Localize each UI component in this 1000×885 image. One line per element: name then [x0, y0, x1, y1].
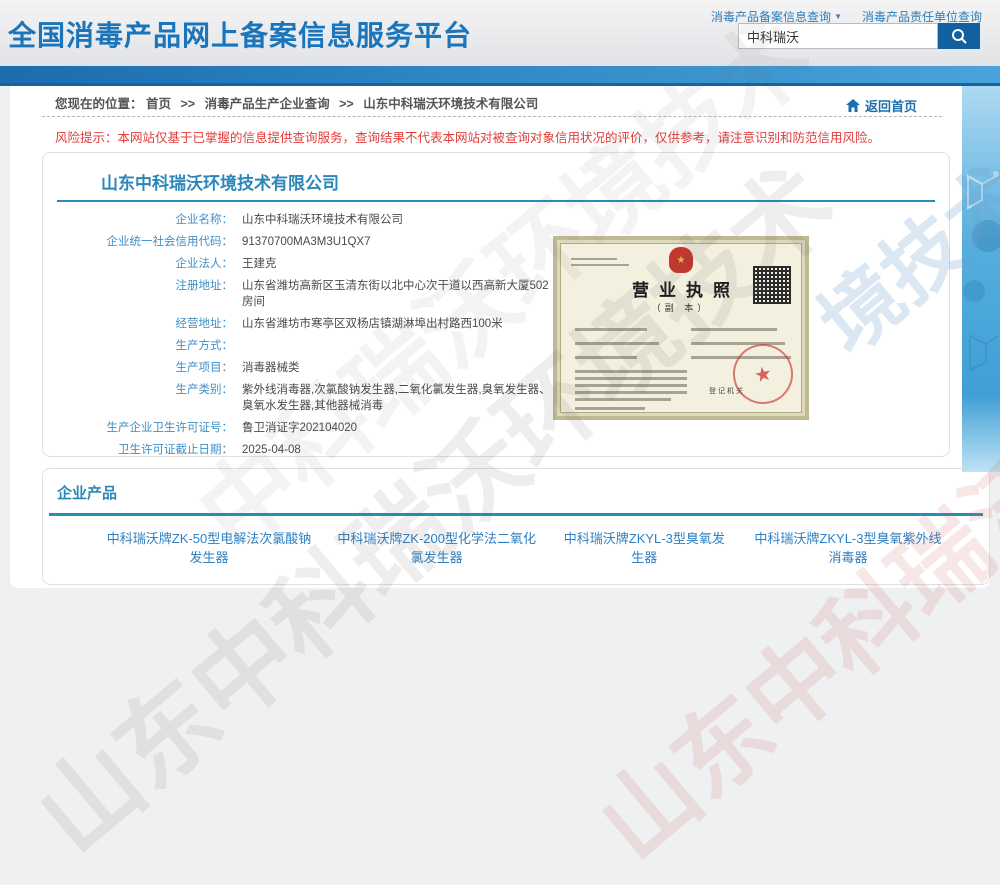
title-divider [57, 200, 935, 202]
search-bar [738, 23, 980, 49]
risk-notice-text: 本网站仅基于已掌握的信息提供查询服务，查询结果不代表本网站对被查询对象信用状况的… [118, 131, 881, 145]
breadcrumb-home[interactable]: 首页 [146, 97, 171, 111]
license-text-line [575, 356, 637, 359]
breadcrumb-separator: >> [181, 97, 196, 111]
product-link[interactable]: 中科瑞沃牌ZKYL-3型臭氧紫外线消毒器 [752, 529, 944, 567]
license-text-line [575, 342, 659, 345]
breadcrumb-prefix: 您现在的位置： [55, 97, 143, 111]
search-button[interactable] [938, 23, 980, 49]
field-label: 企业名称： [43, 212, 233, 228]
license-text-line [575, 384, 687, 387]
company-field-row: 生产方式： [43, 335, 583, 357]
breadcrumb-separator: >> [339, 97, 354, 111]
license-text-line [575, 407, 645, 410]
product-list: 中科瑞沃牌ZK-50型电解法次氯酸钠发生器 中科瑞沃牌ZK-200型化学法二氧化… [103, 529, 944, 567]
field-value: 鲁卫消证字202104020 [242, 420, 552, 436]
field-label: 企业统一社会信用代码： [43, 234, 233, 250]
page-header: 全国消毒产品网上备案信息服务平台 消毒产品备案信息查询 ▼ 消毒产品责任单位查询 [0, 0, 1000, 66]
header-accent-bar [0, 66, 1000, 86]
business-license-image: ★ 营业执照 （副 本） 登记机关 ★ [553, 236, 809, 420]
license-text-line [575, 398, 671, 401]
field-value: 91370700MA3M3U1QX7 [242, 234, 552, 250]
products-divider [49, 513, 983, 516]
search-icon [950, 27, 968, 45]
company-field-row: 企业名称： 山东中科瑞沃环境技术有限公司 [43, 209, 583, 231]
license-text-line [575, 370, 687, 373]
field-label: 经营地址： [43, 316, 233, 332]
back-home-link[interactable]: 返回首页 [845, 96, 917, 115]
molecule-graphic [962, 86, 1000, 472]
product-link[interactable]: 中科瑞沃牌ZK-50型电解法次氯酸钠发生器 [103, 529, 315, 567]
field-value: 2025-04-08 [242, 442, 552, 458]
molecule-decoration [962, 86, 1000, 472]
field-label: 生产类别： [43, 382, 233, 414]
field-label: 企业法人： [43, 256, 233, 272]
product-link[interactable]: 中科瑞沃牌ZKYL-3型臭氧发生器 [558, 529, 730, 567]
company-info-panel: 山东中科瑞沃环境技术有限公司 企业名称： 山东中科瑞沃环境技术有限公司 企业统一… [42, 152, 950, 457]
field-value: 紫外线消毒器,次氯酸钠发生器,二氧化氯发生器,臭氧发生器、臭氧水发生器,其他器械… [242, 382, 552, 414]
field-label: 生产方式： [43, 338, 233, 354]
products-title: 企业产品 [57, 482, 117, 503]
license-text-line [571, 264, 629, 266]
company-field-row: 生产企业卫生许可证号： 鲁卫消证字202104020 [43, 417, 583, 439]
breadcrumb-divider [42, 116, 942, 117]
company-fields: 企业名称： 山东中科瑞沃环境技术有限公司 企业统一社会信用代码： 9137070… [43, 209, 583, 461]
license-inner-frame: ★ 营业执照 （副 本） 登记机关 ★ [560, 243, 802, 413]
field-label: 生产企业卫生许可证号： [43, 420, 233, 436]
breadcrumb: 您现在的位置： 首页 >> 消毒产品生产企业查询 >> 山东中科瑞沃环境技术有限… [55, 93, 538, 112]
site-title: 全国消毒产品网上备案信息服务平台 [8, 14, 472, 54]
company-field-row: 注册地址： 山东省潍坊高新区玉清东街以北中心次干道以西高新大厦502房间 [43, 275, 583, 313]
back-home-label: 返回首页 [865, 96, 917, 115]
company-field-row: 经营地址： 山东省潍坊市寒亭区双杨店镇湖淋埠出村路西100米 [43, 313, 583, 335]
license-text-line [575, 328, 647, 331]
field-label: 注册地址： [43, 278, 233, 310]
company-field-row: 企业统一社会信用代码： 91370700MA3M3U1QX7 [43, 231, 583, 253]
products-panel: 企业产品 中科瑞沃牌ZK-50型电解法次氯酸钠发生器 中科瑞沃牌ZK-200型化… [42, 468, 990, 585]
company-field-row: 生产类别： 紫外线消毒器,次氯酸钠发生器,二氧化氯发生器,臭氧发生器、臭氧水发生… [43, 379, 583, 417]
license-text-line [575, 377, 687, 380]
field-value [242, 338, 552, 354]
national-emblem-icon: ★ [669, 247, 693, 273]
field-value: 山东省潍坊市寒亭区双杨店镇湖淋埠出村路西100米 [242, 316, 552, 332]
license-text-line [691, 328, 777, 331]
company-title: 山东中科瑞沃环境技术有限公司 [101, 169, 339, 194]
risk-notice-label: 风险提示： [55, 131, 118, 145]
search-input[interactable] [738, 23, 938, 49]
field-value: 山东省潍坊高新区玉清东街以北中心次干道以西高新大厦502房间 [242, 278, 552, 310]
company-field-row: 生产项目： 消毒器械类 [43, 357, 583, 379]
chevron-down-icon: ▼ [834, 12, 842, 21]
home-icon [845, 98, 861, 113]
risk-notice: 风险提示：本网站仅基于已掌握的信息提供查询服务，查询结果不代表本网站对被查询对象… [55, 127, 880, 146]
field-label: 生产项目： [43, 360, 233, 376]
breadcrumb-enterprise-query[interactable]: 消毒产品生产企业查询 [205, 97, 330, 111]
company-field-row: 卫生许可证截止日期： 2025-04-08 [43, 439, 583, 461]
field-label: 卫生许可证截止日期： [43, 442, 233, 458]
red-seal-icon: ★ [727, 338, 798, 409]
field-value: 消毒器械类 [242, 360, 552, 376]
field-value: 王建克 [242, 256, 552, 272]
product-link[interactable]: 中科瑞沃牌ZK-200型化学法二氧化氯发生器 [337, 529, 537, 567]
license-text-line [571, 258, 617, 260]
qr-code [753, 266, 791, 304]
license-text-line [575, 391, 687, 394]
field-value: 山东中科瑞沃环境技术有限公司 [242, 212, 552, 228]
company-field-row: 企业法人： 王建克 [43, 253, 583, 275]
breadcrumb-current-company: 山东中科瑞沃环境技术有限公司 [363, 97, 538, 111]
